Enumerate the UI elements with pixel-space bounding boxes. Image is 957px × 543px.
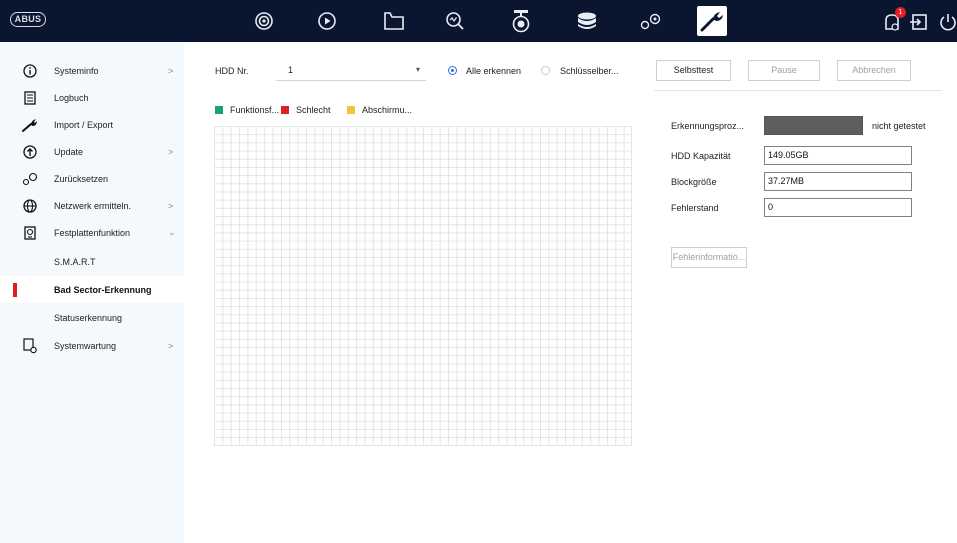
sidebar-item-label: Systemwartung — [54, 340, 117, 351]
sidebar-item-status-detection[interactable]: Statuserkennung — [0, 304, 184, 331]
radio-key-area-label[interactable]: Schlüsselber... — [560, 66, 619, 76]
hdd-number-label: HDD Nr. — [215, 66, 249, 76]
legend-shield-label: Abschirmu... — [362, 105, 413, 115]
sidebar-item-smart[interactable]: S.M.A.R.T — [0, 248, 184, 275]
cancel-button[interactable]: Abbrechen — [837, 60, 911, 81]
sidebar-item-label: Bad Sector-Erkennung — [54, 284, 152, 295]
abus-logo: ABUS — [10, 12, 46, 27]
divider — [654, 90, 942, 91]
sidebar: Systeminfo > Logbuch Import / Export Upd… — [0, 42, 184, 543]
sidebar-item-label: Festplattenfunktion — [54, 227, 131, 238]
sidebar-item-reset[interactable]: Zurücksetzen — [0, 165, 184, 192]
selftest-button[interactable]: Selbsttest — [656, 60, 731, 81]
chevron-right-icon: > — [168, 146, 174, 157]
power-icon[interactable] — [937, 11, 957, 33]
hdd-icon — [22, 225, 38, 241]
hdd-number-value: 1 — [288, 65, 294, 75]
maintenance-gear-icon — [22, 337, 38, 354]
top-navigation-bar: ABUS 1 — [0, 0, 957, 42]
pause-button[interactable]: Pause — [748, 60, 820, 81]
live-view-icon[interactable] — [249, 6, 279, 36]
radio-all-detect[interactable] — [448, 66, 457, 75]
sidebar-item-label: Systeminfo — [54, 65, 99, 76]
capacity-label: HDD Kapazität — [671, 151, 731, 161]
storage-icon[interactable] — [572, 6, 602, 36]
globe-icon — [22, 198, 38, 214]
legend-good-swatch — [215, 106, 223, 114]
chevron-right-icon: > — [168, 200, 174, 211]
sidebar-item-hdd-function[interactable]: Festplattenfunktion ⌄ — [0, 219, 184, 246]
chevron-right-icon: > — [168, 340, 174, 351]
playback-icon[interactable] — [312, 6, 342, 36]
progress-label: Erkennungsproz... — [671, 121, 745, 131]
log-icon — [22, 90, 38, 106]
hdd-number-select[interactable]: 1 ▾ — [276, 60, 426, 81]
logout-icon[interactable] — [908, 11, 930, 33]
error-count-label: Fehlerstand — [671, 203, 719, 213]
progress-status: nicht getestet — [872, 121, 926, 131]
sidebar-item-import-export[interactable]: Import / Export — [0, 111, 184, 138]
notification-count-badge: 1 — [895, 7, 906, 18]
selection-marker — [13, 282, 17, 297]
smart-analysis-icon[interactable] — [440, 6, 470, 36]
sidebar-item-logbuch[interactable]: Logbuch — [0, 84, 184, 111]
system-settings-icon[interactable] — [636, 6, 666, 36]
sidebar-item-label: Logbuch — [54, 92, 89, 103]
sidebar-item-label: S.M.A.R.T — [54, 256, 96, 267]
sidebar-item-update[interactable]: Update > — [0, 138, 184, 165]
legend-bad-swatch — [281, 106, 289, 114]
error-count-field: 0 — [764, 198, 912, 217]
sidebar-item-label: Update — [54, 146, 84, 157]
sidebar-item-label: Import / Export — [54, 119, 114, 130]
error-info-button[interactable]: Fehlerinformatio... — [671, 247, 747, 268]
chevron-right-icon: > — [168, 65, 174, 76]
sidebar-item-label: Netzwerk ermitteln. — [54, 200, 132, 211]
alarm-notification-icon[interactable]: 1 — [881, 7, 906, 33]
sidebar-item-label: Zurücksetzen — [54, 173, 109, 184]
radio-key-area[interactable] — [541, 66, 550, 75]
legend-good-label: Funktionsf... — [230, 105, 280, 115]
block-size-field: 37.27MB — [764, 172, 912, 191]
sector-grid — [214, 126, 632, 446]
sidebar-item-bad-sector-detection[interactable]: Bad Sector-Erkennung — [0, 276, 184, 303]
sidebar-item-systeminfo[interactable]: Systeminfo > — [0, 57, 184, 84]
sidebar-item-network-detect[interactable]: Netzwerk ermitteln. > — [0, 192, 184, 219]
chevron-down-icon: ▾ — [415, 65, 420, 74]
wrench-icon — [22, 117, 38, 133]
legend-bad-label: Schlecht — [296, 105, 331, 115]
gears-icon — [22, 171, 38, 187]
chevron-down-icon: ⌄ — [168, 227, 176, 237]
capacity-field: 149.05GB — [764, 146, 912, 165]
camera-icon[interactable] — [506, 6, 536, 36]
radio-all-detect-label[interactable]: Alle erkennen — [466, 66, 521, 76]
update-icon — [22, 144, 38, 160]
detection-progress-bar — [764, 116, 863, 135]
block-size-label: Blockgröße — [671, 177, 717, 187]
sidebar-item-label: Statuserkennung — [54, 312, 123, 323]
info-icon — [22, 63, 38, 79]
maintenance-icon[interactable] — [697, 6, 727, 36]
legend-shield-swatch — [347, 106, 355, 114]
sidebar-item-system-maintenance[interactable]: Systemwartung > — [0, 332, 184, 359]
file-management-icon[interactable] — [379, 6, 409, 36]
